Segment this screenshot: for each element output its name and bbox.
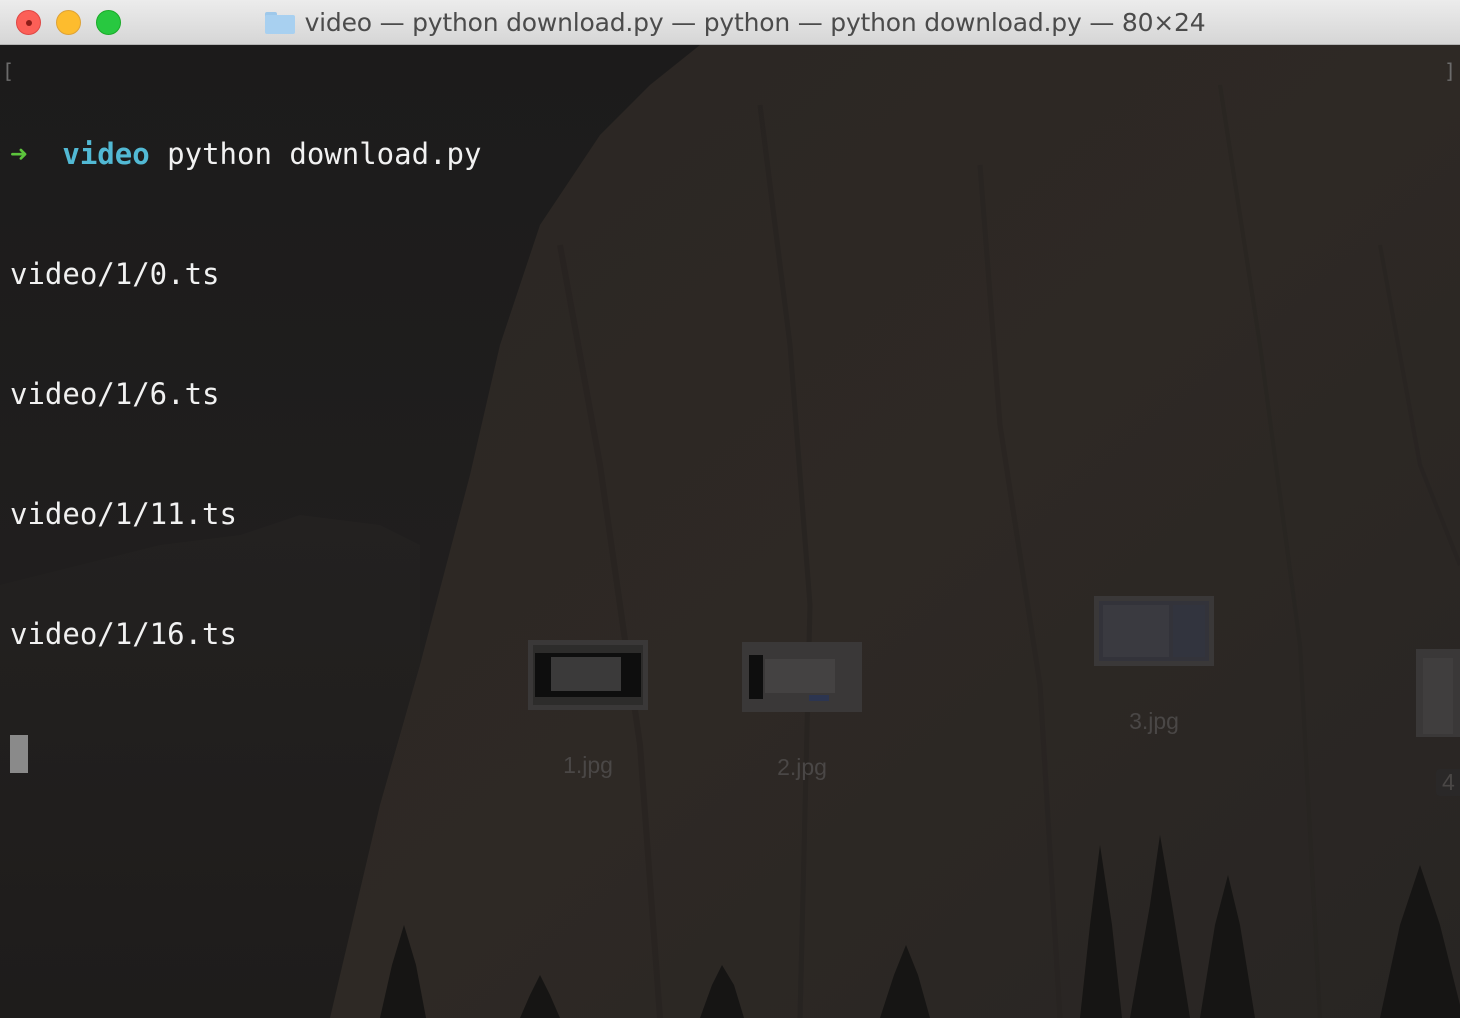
file-label: 2.jpg (777, 754, 827, 780)
file-label: 4 (1436, 769, 1460, 796)
desktop-file-icon[interactable]: 3.jpg (1094, 596, 1214, 756)
prompt-directory: video (62, 137, 150, 171)
prompt-line: ➜ video python download.py (10, 134, 481, 174)
text-cursor (10, 735, 28, 773)
command-text: python download.py (167, 137, 482, 171)
output-line: video/1/0.ts (10, 257, 220, 291)
title-container: video — python download.py — python — py… (0, 0, 1460, 45)
window-title: video — python download.py — python — py… (304, 8, 1206, 37)
arrow-icon: ➜ (10, 137, 28, 171)
title-bar[interactable]: video — python download.py — python — py… (0, 0, 1460, 45)
image-thumbnail (1094, 596, 1214, 666)
file-label: 3.jpg (1129, 708, 1179, 734)
image-thumbnail (1416, 649, 1460, 737)
output-line: video/1/16.ts (10, 617, 237, 651)
terminal-content[interactable]: [ ] 1.jpg 2.jpg 3.jpg 4 ➜ video python d… (0, 45, 1460, 1018)
desktop-file-icon[interactable]: 2.jpg (742, 642, 862, 802)
desktop-file-icon[interactable]: 4 (1408, 625, 1460, 805)
image-thumbnail (742, 642, 862, 712)
file-label: 1.jpg (563, 752, 613, 778)
cursor-line[interactable] (10, 734, 481, 774)
folder-icon (264, 11, 295, 34)
terminal-output: ➜ video python download.py video/1/0.ts … (10, 54, 481, 854)
image-thumbnail (528, 640, 648, 710)
right-mark: ] (1443, 59, 1456, 83)
output-line: video/1/6.ts (10, 377, 220, 411)
terminal-window: video — python download.py — python — py… (0, 0, 1460, 1018)
output-line: video/1/11.ts (10, 497, 237, 531)
desktop-file-icon[interactable]: 1.jpg (528, 640, 648, 800)
